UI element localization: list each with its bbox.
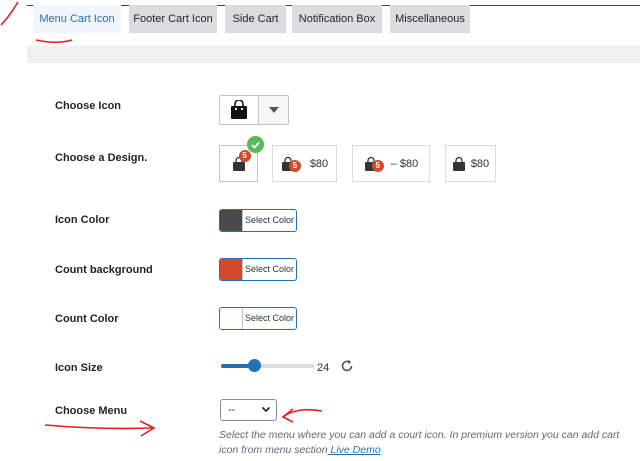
count-color-label: Count Color [55, 313, 119, 325]
menu-description-text: Select the menu where you can add a cour… [219, 429, 620, 456]
icon-size-value: 24 [317, 362, 330, 374]
choose-menu-label: Choose Menu [55, 405, 128, 417]
design-option-2[interactable]: 5 $80 [272, 145, 337, 182]
select-color-label: Select Color [244, 313, 295, 323]
choose-icon-label: Choose Icon [55, 100, 122, 112]
design-price: $80 [470, 157, 490, 170]
select-color-label: Select Color [244, 264, 295, 274]
red-annotation-marks [0, 1, 323, 437]
cart-bag-icon: 5 [281, 156, 301, 172]
color-swatch [220, 308, 243, 329]
icon-dropdown-button[interactable] [259, 95, 289, 125]
shopping-bag-icon [231, 100, 247, 119]
color-swatch [220, 210, 243, 231]
design-option-3[interactable]: 5 – $80 [352, 145, 430, 182]
design-price: $80 [309, 157, 329, 170]
tab-side-cart[interactable]: Side Cart [225, 5, 286, 33]
icon-size-slider-track[interactable] [221, 364, 314, 368]
design-option-4[interactable]: $80 [445, 145, 496, 182]
menu-description: Select the menu where you can add a cour… [219, 428, 637, 458]
cart-bag-icon: 5 [364, 156, 384, 172]
count-badge: 5 [288, 159, 301, 172]
chevron-down-icon [261, 406, 271, 413]
section-band [27, 46, 640, 63]
menu-select[interactable]: -- [220, 399, 277, 421]
count-background-label: Count background [55, 264, 153, 276]
cart-bag-icon: 5 [232, 149, 251, 171]
icon-size-label: Icon Size [55, 362, 103, 374]
tab-menu-cart-icon[interactable]: Menu Cart Icon [33, 5, 121, 33]
icon-color-label: Icon Color [55, 214, 110, 226]
tab-miscellaneous[interactable]: Miscellaneous [390, 5, 470, 33]
tab-notification-box[interactable]: Notification Box [292, 5, 382, 33]
caret-down-icon [268, 107, 279, 113]
count-color-picker[interactable]: Select Color [219, 307, 297, 330]
selected-check-icon [247, 136, 264, 153]
icon-size-slider-thumb[interactable] [248, 359, 262, 372]
selected-icon-preview[interactable] [219, 95, 259, 125]
reset-icon[interactable] [340, 359, 354, 373]
cart-bag-icon [452, 156, 466, 171]
choose-design-label: Choose a Design. [55, 152, 148, 164]
color-swatch [220, 259, 243, 280]
select-color-label: Select Color [244, 215, 295, 225]
count-badge: 5 [371, 159, 384, 172]
live-demo-link[interactable]: Live Demo [328, 444, 380, 456]
count-badge: 5 [238, 149, 251, 162]
icon-color-picker[interactable]: Select Color [219, 209, 297, 232]
design-price: – $80 [390, 157, 419, 170]
menu-select-value: -- [228, 404, 236, 416]
count-background-picker[interactable]: Select Color [219, 258, 297, 281]
tab-footer-cart-icon[interactable]: Footer Cart Icon [129, 5, 217, 33]
